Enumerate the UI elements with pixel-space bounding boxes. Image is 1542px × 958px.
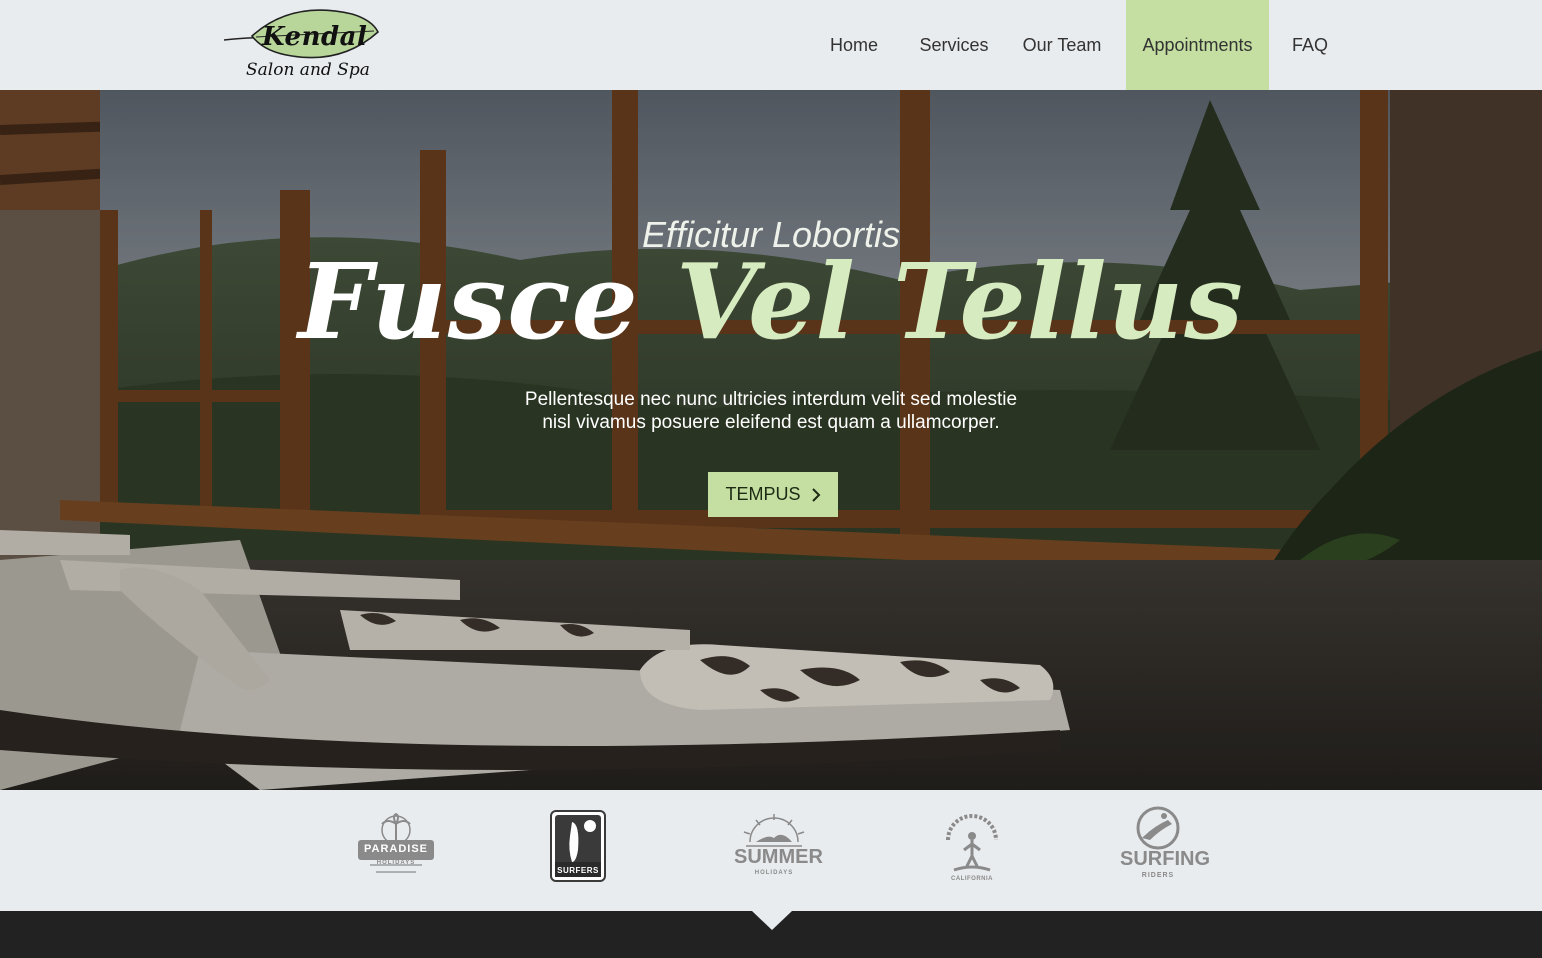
brand-name: Kendal bbox=[262, 22, 368, 52]
section-arrow bbox=[752, 911, 792, 930]
partner-surfing-name: SURFING bbox=[1120, 848, 1210, 870]
partner-surfers-name: SURFERS bbox=[557, 866, 599, 875]
hero-title: Fusce Vel Tellus bbox=[0, 240, 1542, 363]
tempus-button-label: TEMPUS bbox=[725, 484, 801, 504]
nav-appointments[interactable]: Appointments bbox=[1126, 0, 1269, 90]
site-header: Kendal Salon and Spa Home Services Our T… bbox=[0, 0, 1542, 90]
brand-tagline: Salon and Spa bbox=[246, 60, 370, 80]
nav-our-team[interactable]: Our Team bbox=[1012, 0, 1112, 90]
partner-paradise[interactable]: PARADISE HOLIDAYS bbox=[356, 810, 436, 880]
partner-surfing-sub: RIDERS bbox=[1141, 872, 1175, 879]
hero-title-part1: Fusce bbox=[298, 240, 639, 363]
partner-summer-name: SUMMER bbox=[734, 846, 823, 868]
nav-faq[interactable]: FAQ bbox=[1282, 0, 1338, 90]
partner-surfers[interactable]: SURFERS bbox=[550, 810, 606, 882]
wave-surfer-icon bbox=[1136, 806, 1180, 850]
nav-services[interactable]: Services bbox=[910, 0, 998, 90]
partner-summer[interactable]: SUMMER HOLIDAYS bbox=[734, 812, 823, 884]
hero-description: Pellentesque nec nunc ultricies interdum… bbox=[471, 388, 1071, 434]
hero-overlay bbox=[0, 90, 1542, 790]
partner-beach-club-sub: CALIFORNIA bbox=[951, 876, 993, 882]
partner-surfing-riders[interactable]: SURFING RIDERS bbox=[1120, 806, 1210, 890]
nav-home[interactable]: Home bbox=[812, 0, 896, 90]
partner-summer-sub: HOLIDAYS bbox=[754, 870, 794, 876]
brand-logo[interactable]: Kendal Salon and Spa bbox=[222, 6, 382, 88]
hero-description-line1: Pellentesque nec nunc ultricies interdum… bbox=[524, 389, 1018, 410]
partner-paradise-name: PARADISE bbox=[363, 843, 429, 855]
hero-description-line2: nisl vivamus posuere eleifend est quam a… bbox=[542, 412, 1000, 433]
partner-paradise-sub: HOLIDAYS bbox=[376, 860, 416, 866]
partner-beach-surfing-club[interactable]: CALIFORNIA bbox=[940, 810, 1004, 890]
partner-logos: PARADISE HOLIDAYS SURFERS SUMMER HOLIDAY… bbox=[0, 790, 1542, 911]
tempus-button[interactable]: TEMPUS bbox=[708, 472, 838, 517]
hero-banner: Efficitur Lobortis Fusce Vel Tellus Pell… bbox=[0, 90, 1542, 790]
chevron-right-icon bbox=[811, 487, 820, 502]
hero-title-part2: Vel Tellus bbox=[676, 240, 1244, 363]
